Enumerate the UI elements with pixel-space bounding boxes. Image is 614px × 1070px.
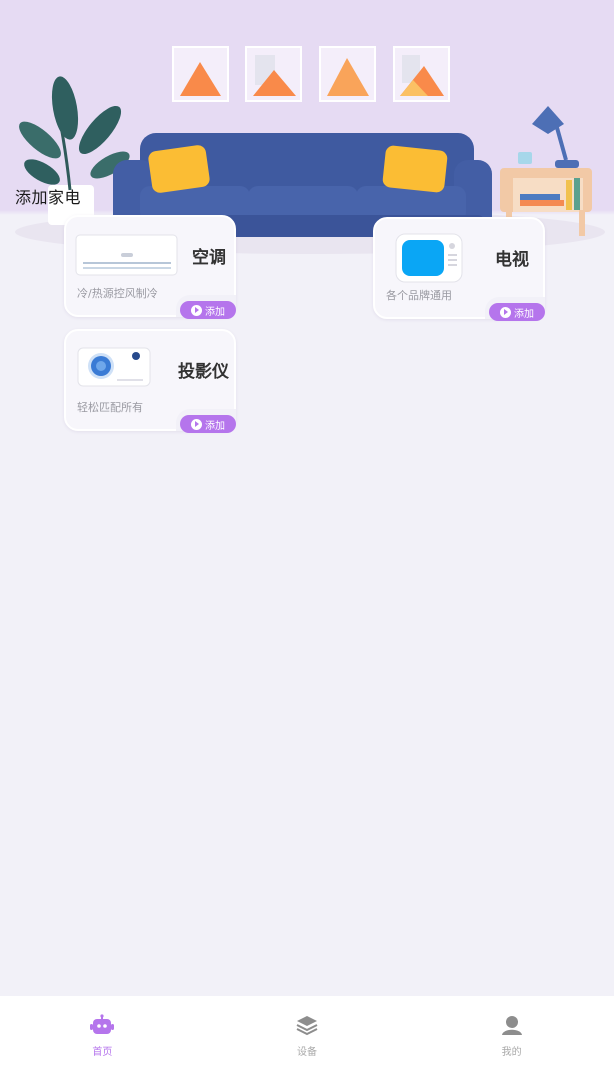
device-desc: 轻松匹配所有 (77, 401, 143, 414)
add-button[interactable]: 添加 (489, 303, 545, 321)
add-label: 添加 (205, 306, 225, 318)
tab-home[interactable]: 首页 (0, 996, 205, 1070)
add-button[interactable]: 添加 (180, 301, 236, 319)
add-button[interactable]: 添加 (180, 415, 236, 433)
projector-icon (77, 345, 153, 395)
layers-icon (295, 1014, 319, 1040)
tab-profile[interactable]: 我的 (409, 996, 614, 1070)
device-name: 投影仪 (178, 362, 229, 382)
section-title: 添加家电 (15, 188, 82, 207)
add-label: 添加 (205, 420, 225, 432)
device-name: 电视 (495, 250, 529, 270)
bottom-tab-bar: 首页 设备 我的 (0, 996, 614, 1070)
air-conditioner-icon (75, 233, 179, 281)
tab-label: 设备 (297, 1047, 317, 1058)
play-icon (191, 304, 202, 316)
device-card-tv[interactable]: 电视 各个品牌通用 添加 (373, 217, 545, 321)
play-icon (191, 418, 202, 430)
device-desc: 各个品牌通用 (386, 289, 452, 302)
robot-icon (89, 1014, 115, 1040)
tab-label: 首页 (92, 1047, 113, 1058)
device-card-projector[interactable]: 投影仪 轻松匹配所有 添加 (64, 329, 236, 433)
user-icon (501, 1014, 523, 1040)
device-name: 空调 (192, 248, 226, 268)
device-card-air-conditioner[interactable]: 空调 冷/热源控风制冷 添加 (64, 215, 236, 319)
device-desc: 冷/热源控风制冷 (77, 287, 158, 300)
add-label: 添加 (514, 308, 534, 320)
tv-icon (395, 233, 465, 289)
tab-devices[interactable]: 设备 (205, 996, 410, 1070)
tab-label: 我的 (501, 1047, 522, 1058)
play-icon (500, 306, 511, 318)
